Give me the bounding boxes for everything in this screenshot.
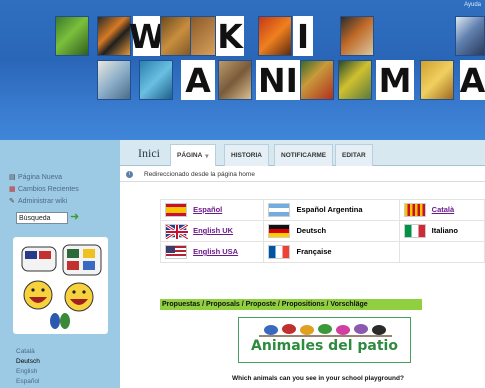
language-label-argentina: Español Argentina (296, 204, 363, 214)
divider (120, 181, 485, 182)
page-tabs: Inici PÁGINA ▾ HISTORIA NOTIFICARME EDIT… (120, 140, 485, 166)
proposals-heading: Propuestas / Proposals / Proposte / Prop… (160, 299, 422, 310)
logo-letter: W (128, 16, 166, 56)
sidebar-link-admin[interactable]: Administrar wiki (18, 198, 67, 205)
tab-page[interactable]: PÁGINA ▾ (170, 144, 216, 166)
table-row: English UK Deutsch Italiano (159, 220, 485, 242)
tab-label: PÁGINA (177, 152, 203, 159)
chevron-down-icon: ▾ (205, 152, 209, 160)
question-text: Which animals can you see in your school… (232, 375, 404, 382)
language-link-english-usa[interactable]: English USA (193, 247, 238, 256)
tab-label: EDITAR (342, 152, 366, 159)
catalonia-flag-icon (403, 203, 426, 217)
toucan-photo (300, 60, 334, 100)
help-link[interactable]: Ayuda (464, 2, 481, 8)
language-cell: Française (263, 241, 400, 263)
lion-photo (160, 16, 194, 56)
meerkat-photo (218, 60, 252, 100)
language-cell[interactable]: Español (159, 199, 265, 221)
parrot-photo (455, 16, 485, 56)
tab-label: NOTIFICARME (281, 152, 327, 159)
language-link-catala[interactable]: Català (432, 205, 455, 214)
patio-banner: Animales del patio (238, 317, 411, 363)
logo-letter: K (216, 16, 244, 56)
sidebar-link-new-page[interactable]: Página Nueva (18, 174, 62, 181)
admin-icon: ✎ (9, 198, 15, 205)
search-go-icon[interactable]: ➜ (70, 211, 82, 223)
tab-label: HISTORIA (231, 152, 262, 159)
language-cell: Deutsch (263, 220, 400, 242)
search-input[interactable] (16, 212, 68, 224)
language-link-espanol[interactable]: Español (193, 205, 222, 214)
language-cell: Español Argentina (263, 199, 400, 221)
language-cell[interactable]: English USA (159, 241, 265, 263)
site-banner: Ayuda W i K I A NI M A (0, 0, 485, 140)
logo-letter: A (181, 60, 215, 100)
usa-flag-icon (165, 245, 187, 259)
language-cell[interactable]: Català (398, 199, 485, 221)
frog-photo (55, 16, 89, 56)
italy-flag-icon (403, 224, 426, 238)
logo-letter: NI (256, 60, 300, 100)
uk-flag-icon (165, 224, 188, 239)
language-link-english-uk[interactable]: English UK (193, 226, 233, 235)
ladybug-photo (420, 60, 454, 100)
logo-letter: M (376, 60, 414, 100)
languages-illustration (13, 237, 108, 334)
info-icon: i (126, 171, 133, 178)
sidebar-link-recent-changes[interactable]: Cambios Recientes (18, 186, 79, 193)
birds-illustration (259, 324, 392, 337)
bird-photo (97, 60, 131, 100)
tab-history[interactable]: HISTORIA (224, 144, 269, 166)
frog-red-photo (258, 16, 292, 56)
logo-letter: I (293, 16, 313, 56)
language-cell[interactable]: English UK (159, 220, 265, 242)
language-label-deutsch: Deutsch (296, 225, 327, 235)
new-page-icon: ▤ (9, 174, 16, 181)
butterfly-photo (340, 16, 374, 56)
calendar-icon: ▦ (9, 186, 16, 193)
france-flag-icon (268, 245, 291, 259)
logo-letter: A (459, 60, 485, 100)
tiger-photo (97, 16, 131, 56)
dolphin-photo (139, 60, 173, 100)
redirect-notice: Redireccionado desde la página home (144, 171, 255, 178)
table-row: Español Español Argentina Català (159, 199, 485, 221)
tab-edit[interactable]: EDITAR (335, 144, 373, 166)
sidebar-language-deutsch: Deutsch (16, 358, 40, 365)
main-content: i Redireccionado desde la página home Es… (120, 167, 485, 388)
owl-photo (190, 16, 216, 56)
spain-flag-icon (165, 203, 187, 217)
site-home-link[interactable]: Inici (138, 146, 160, 161)
table-row: English USA Française (159, 241, 485, 263)
germany-flag-icon (268, 224, 291, 238)
argentina-flag-icon (268, 203, 291, 217)
languages-table: Español Español Argentina Català English… (159, 199, 485, 263)
language-cell: Italiano (398, 220, 485, 242)
language-label-italiano: Italiano (431, 225, 458, 235)
patio-title: Animales del patio (251, 338, 398, 354)
sidebar-language-espanol[interactable]: Español (16, 378, 40, 385)
tab-watch[interactable]: NOTIFICARME (274, 144, 334, 166)
sidebar-language-catala[interactable]: Català (16, 348, 35, 355)
sidebar-language-english[interactable]: English (16, 368, 37, 375)
empty-cell (398, 241, 485, 263)
goldfinch-photo (338, 60, 372, 100)
language-label-francaise: Française (296, 246, 332, 256)
